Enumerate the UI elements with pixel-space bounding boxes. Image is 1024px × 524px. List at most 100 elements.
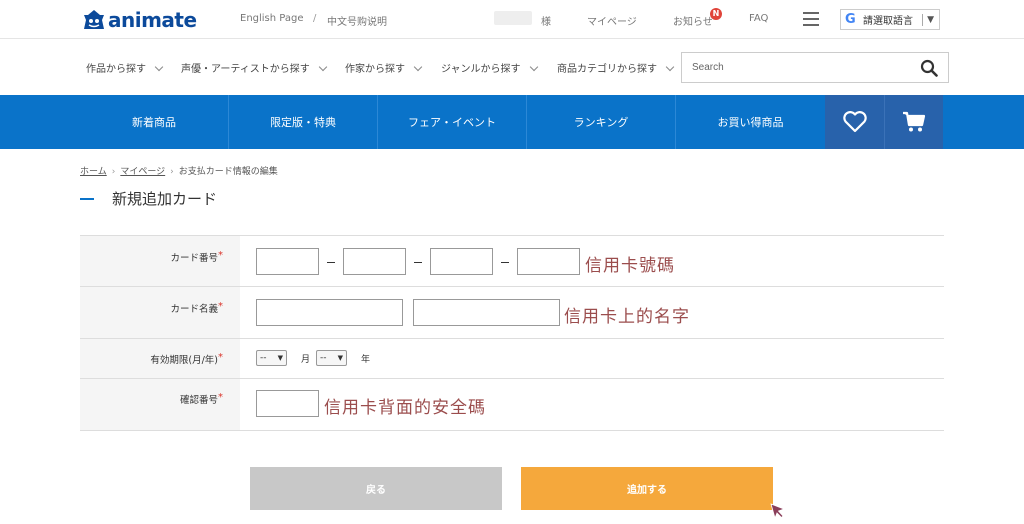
card-name-label: カード名義* (170, 301, 223, 315)
link-separator: / (313, 13, 317, 24)
card-name-label-cell: カード名義* (80, 287, 240, 338)
search-input[interactable] (682, 53, 902, 82)
back-button[interactable]: 戻る (250, 467, 502, 510)
english-page-link[interactable]: English Page (240, 13, 304, 24)
page-title-text: 新規追加カード (112, 190, 218, 208)
hyphen-separator (327, 262, 335, 263)
breadcrumb-current: お支払カード情報の編集 (178, 167, 278, 177)
expiry-year-select[interactable]: -- ▼ (316, 350, 347, 366)
language-select-divider (922, 13, 924, 26)
expiry-year-value: -- (320, 353, 327, 363)
chevron-down-icon: ▼ (277, 354, 283, 362)
dropdown-arrow-icon: ▼ (927, 14, 934, 25)
expiry-month-select[interactable]: -- ▼ (256, 350, 287, 366)
chevron-down-icon (529, 62, 538, 72)
hyphen-separator (414, 262, 422, 263)
google-icon: G (845, 11, 856, 27)
cvv-label-cell: 確認番号* (80, 379, 240, 430)
chevron-down-icon (413, 62, 423, 72)
cvv-note: 信用卡背面的安全碼 (324, 398, 486, 418)
card-number-label: カード番号* (170, 250, 223, 264)
breadcrumb-separator-icon: › (111, 167, 116, 177)
language-select[interactable]: G 請選取語言 ▼ (840, 9, 940, 30)
chevron-down-icon (665, 62, 675, 72)
logo-text: animate (108, 8, 197, 32)
card-form: カード番号* 信用卡號碼 カード名義* 信用卡上的名字 有効期限(月/年)* -… (80, 235, 944, 431)
cat-item-label: 商品カテゴリから探す (557, 64, 657, 75)
mouse-cursor-icon (770, 503, 786, 519)
nav-bargains[interactable]: お買い得商品 (676, 95, 825, 149)
nav-ranking[interactable]: ランキング (527, 95, 676, 149)
card-first-name-input[interactable] (256, 299, 403, 326)
cart-button[interactable] (884, 95, 943, 149)
breadcrumb-home[interactable]: ホーム (80, 167, 107, 177)
chevron-down-icon (318, 62, 328, 72)
cat-item-genres[interactable]: ジャンルから探す (441, 60, 538, 75)
nav-fairs-events[interactable]: フェア・イベント (378, 95, 527, 149)
card-name-note: 信用卡上的名字 (564, 307, 690, 327)
card-name-row: カード名義* 信用卡上的名字 (80, 287, 944, 339)
cat-item-product-categories[interactable]: 商品カテゴリから探す (557, 60, 675, 75)
hamburger-menu-icon[interactable] (803, 12, 819, 26)
wishlist-button[interactable] (825, 95, 884, 149)
card-number-note: 信用卡號碼 (585, 256, 675, 276)
cat-item-works[interactable]: 作品から探す (86, 60, 164, 75)
top-bar: animate English Page / 中文号购说明 様 マイページ お知… (0, 0, 1024, 39)
card-number-input-4[interactable] (517, 248, 580, 275)
required-mark: * (218, 352, 223, 363)
cvv-row: 確認番号* 信用卡背面的安全碼 (80, 379, 944, 431)
expiry-fields: -- ▼ 月 -- ▼ 年 (240, 339, 944, 378)
required-mark: * (218, 392, 223, 403)
category-nav: 作品から探す 声優・アーティストから探す 作家から探す ジャンルから探す 商品カ… (0, 40, 1024, 95)
expiry-label: 有効期限(月/年)* (150, 352, 223, 366)
card-number-label-cell: カード番号* (80, 236, 240, 286)
notifications-link[interactable]: お知らせ (673, 13, 713, 28)
chevron-down-icon (154, 62, 164, 72)
search-box (681, 52, 949, 83)
faq-link[interactable]: FAQ (749, 13, 768, 24)
card-number-input-2[interactable] (343, 248, 406, 275)
card-name-label-text: カード名義 (170, 304, 218, 315)
page-title: 新規追加カード (80, 188, 217, 209)
cat-item-authors[interactable]: 作家から探す (345, 60, 423, 75)
chinese-guide-link[interactable]: 中文号购说明 (327, 13, 387, 28)
nav-limited-editions[interactable]: 限定版・特典 (229, 95, 378, 149)
breadcrumb: ホーム › マイページ › お支払カード情報の編集 (80, 164, 278, 177)
main-nav: 新着商品 限定版・特典 フェア・イベント ランキング お買い得商品 (80, 95, 944, 149)
honorific-label: 様 (541, 17, 551, 28)
nav-new-products[interactable]: 新着商品 (80, 95, 229, 149)
year-unit: 年 (361, 355, 371, 365)
expiry-row: 有効期限(月/年)* -- ▼ 月 -- ▼ 年 (80, 339, 944, 379)
search-icon[interactable] (920, 59, 938, 77)
logo-mark-icon (84, 10, 104, 29)
cvv-label-text: 確認番号 (179, 395, 218, 406)
cart-icon (903, 111, 926, 132)
cat-item-label: 作品から探す (86, 64, 146, 75)
card-number-row: カード番号* 信用卡號碼 (80, 235, 944, 287)
cvv-input[interactable] (256, 390, 319, 417)
required-mark: * (218, 250, 223, 261)
mypage-link[interactable]: マイページ (587, 13, 637, 28)
cat-item-label: ジャンルから探す (441, 64, 521, 75)
cat-item-label: 声優・アーティストから探す (181, 64, 310, 75)
card-number-input-1[interactable] (256, 248, 319, 275)
cat-item-label: 作家から探す (345, 64, 405, 75)
animate-logo[interactable]: animate (82, 8, 197, 32)
expiry-label-cell: 有効期限(月/年)* (80, 339, 240, 378)
title-accent-dash (80, 197, 94, 200)
cvv-fields: 信用卡背面的安全碼 (240, 379, 944, 430)
card-number-input-3[interactable] (430, 248, 493, 275)
hyphen-separator (501, 262, 509, 263)
user-name-blurred (494, 11, 532, 25)
breadcrumb-mypage[interactable]: マイページ (120, 167, 165, 177)
card-name-fields: 信用卡上的名字 (240, 287, 944, 338)
breadcrumb-separator-icon: › (170, 167, 174, 177)
card-last-name-input[interactable] (413, 299, 560, 326)
add-button[interactable]: 追加する (521, 467, 773, 510)
month-unit: 月 (301, 355, 311, 365)
cvv-label: 確認番号* (180, 392, 223, 406)
cat-item-voice-actors[interactable]: 声優・アーティストから探す (181, 60, 328, 75)
expiry-month-value: -- (260, 353, 267, 363)
card-number-label-text: カード番号 (170, 253, 218, 264)
notification-badge: N (710, 8, 722, 20)
